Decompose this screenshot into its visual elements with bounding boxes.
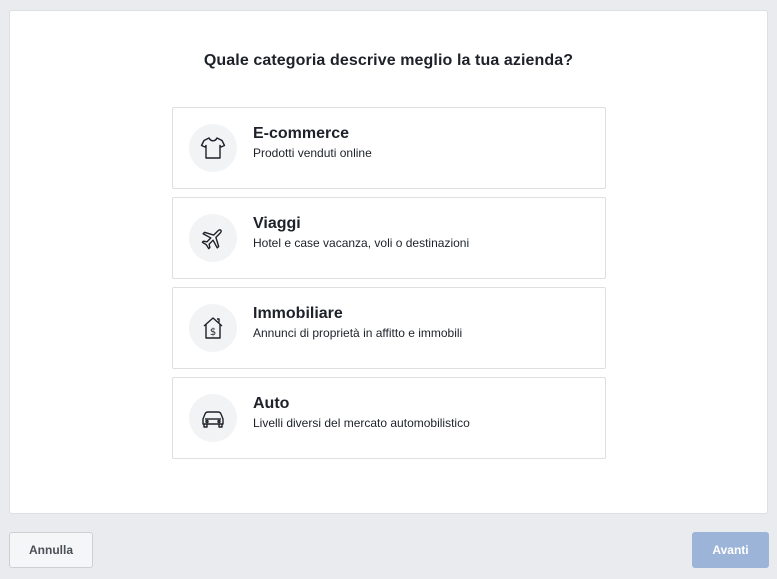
tshirt-icon [189, 124, 237, 172]
option-description: Hotel e case vacanza, voli o destinazion… [253, 236, 470, 250]
option-title: Auto [253, 395, 290, 412]
option-title: E-commerce [253, 125, 350, 142]
option-title: Immobiliare [253, 305, 343, 322]
category-options: E-commerce Prodotti venduti online Viagg… [172, 107, 606, 467]
category-dialog: Quale categoria descrive meglio la tua a… [9, 10, 768, 514]
option-description: Prodotti venduti online [253, 146, 372, 160]
car-icon [189, 394, 237, 442]
house-dollar-icon: $ [189, 304, 237, 352]
option-viaggi[interactable]: Viaggi Hotel e case vacanza, voli o dest… [172, 197, 606, 279]
airplane-icon [189, 214, 237, 262]
next-button[interactable]: Avanti [692, 532, 769, 568]
option-immobiliare[interactable]: $ Immobiliare Annunci di proprietà in af… [172, 287, 606, 369]
question-heading: Quale categoria descrive meglio la tua a… [203, 52, 574, 69]
option-auto[interactable]: Auto Livelli diversi del mercato automob… [172, 377, 606, 459]
option-title: Viaggi [253, 215, 301, 232]
option-ecommerce[interactable]: E-commerce Prodotti venduti online [172, 107, 606, 189]
cancel-button[interactable]: Annulla [9, 532, 93, 568]
option-description: Annunci di proprietà in affitto e immobi… [253, 326, 463, 340]
option-description: Livelli diversi del mercato automobilist… [253, 416, 470, 430]
svg-text:$: $ [210, 327, 216, 338]
